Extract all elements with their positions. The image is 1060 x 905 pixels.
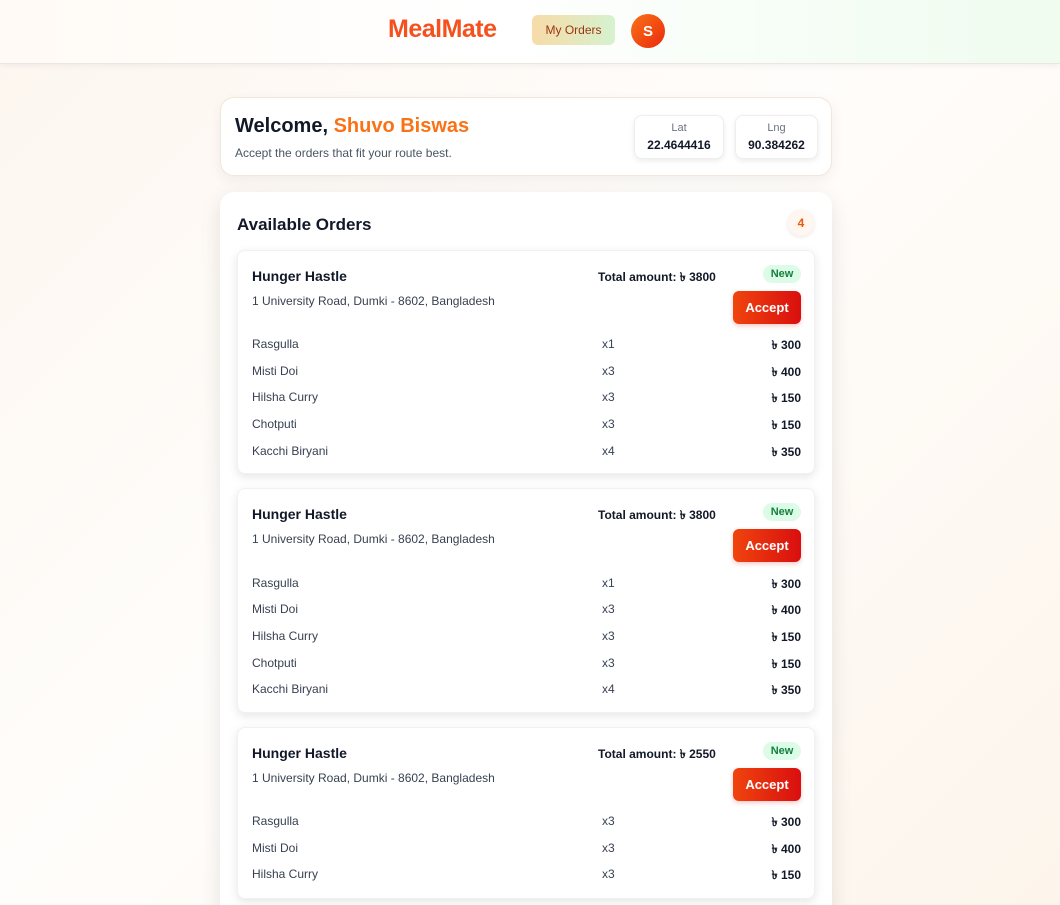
item-name: Misti Doi bbox=[252, 841, 299, 855]
item-price: ৳ 150 bbox=[771, 657, 801, 671]
item-quantity: x3 bbox=[602, 841, 615, 855]
item-quantity: x3 bbox=[602, 629, 615, 643]
order-item-row: Misti Doi x3 ৳ 400 bbox=[252, 600, 801, 620]
item-price: ৳ 300 bbox=[771, 815, 801, 829]
item-quantity: x1 bbox=[602, 576, 615, 590]
restaurant-address: 1 University Road, Dumki - 8602, Banglad… bbox=[252, 294, 495, 308]
status-badge: New bbox=[763, 503, 801, 521]
item-quantity: x3 bbox=[602, 814, 615, 828]
order-total-label: Total amount: bbox=[598, 270, 677, 284]
item-name: Chotputi bbox=[252, 417, 297, 431]
order-total-value: ৳ 2550 bbox=[679, 747, 716, 761]
restaurant-name: Hunger Hastle bbox=[252, 745, 347, 761]
longitude-label: Lng bbox=[767, 122, 786, 134]
order-item-row: Hilsha Curry x3 ৳ 150 bbox=[252, 865, 801, 885]
item-quantity: x3 bbox=[602, 390, 615, 404]
order-item-row: Hilsha Curry x3 ৳ 150 bbox=[252, 627, 801, 647]
item-quantity: x3 bbox=[602, 417, 615, 431]
order-item-row: Rasgulla x3 ৳ 300 bbox=[252, 812, 801, 832]
restaurant-address: 1 University Road, Dumki - 8602, Banglad… bbox=[252, 532, 495, 546]
item-name: Chotputi bbox=[252, 656, 297, 670]
order-total-value: ৳ 3800 bbox=[679, 270, 716, 284]
top-navbar: MealMate My Orders S bbox=[0, 0, 1060, 64]
item-name: Hilsha Curry bbox=[252, 629, 319, 643]
item-name: Misti Doi bbox=[252, 364, 299, 378]
my-orders-button[interactable]: My Orders bbox=[532, 15, 615, 45]
item-name: Rasgulla bbox=[252, 814, 299, 828]
latitude-value: 22.4644416 bbox=[647, 138, 711, 152]
restaurant-name: Hunger Hastle bbox=[252, 506, 347, 522]
order-total-label: Total amount: bbox=[598, 508, 677, 522]
latitude-label: Lat bbox=[671, 122, 687, 134]
order-item-row: Misti Doi x3 ৳ 400 bbox=[252, 839, 801, 859]
item-quantity: x3 bbox=[602, 364, 615, 378]
order-total-value: ৳ 3800 bbox=[679, 508, 716, 522]
user-avatar[interactable]: S bbox=[631, 14, 665, 48]
item-price: ৳ 150 bbox=[771, 868, 801, 882]
item-price: ৳ 400 bbox=[771, 842, 801, 856]
longitude-value: 90.384262 bbox=[748, 138, 805, 152]
item-price: ৳ 150 bbox=[771, 391, 801, 405]
item-price: ৳ 300 bbox=[771, 577, 801, 591]
item-name: Rasgulla bbox=[252, 337, 299, 351]
item-name: Hilsha Curry bbox=[252, 390, 319, 404]
item-quantity: x4 bbox=[602, 682, 615, 696]
order-item-row: Rasgulla x1 ৳ 300 bbox=[252, 335, 801, 355]
available-orders-panel: Available Orders 4 Hunger Hastle 1 Unive… bbox=[220, 192, 832, 905]
order-total-label: Total amount: bbox=[598, 747, 677, 761]
item-price: ৳ 150 bbox=[771, 418, 801, 432]
status-badge: New bbox=[763, 742, 801, 760]
accept-order-button[interactable]: Accept bbox=[733, 529, 801, 562]
item-name: Kacchi Biryani bbox=[252, 682, 329, 696]
order-card: Hunger Hastle 1 University Road, Dumki -… bbox=[237, 250, 815, 474]
order-item-row: Chotputi x3 ৳ 150 bbox=[252, 654, 801, 674]
item-quantity: x3 bbox=[602, 656, 615, 670]
welcome-card: Welcome, Shuvo Biswas Accept the orders … bbox=[220, 97, 832, 176]
welcome-subtitle: Accept the orders that fit your route be… bbox=[235, 146, 452, 160]
restaurant-address: 1 University Road, Dumki - 8602, Banglad… bbox=[252, 771, 495, 785]
order-total: Total amount: ৳ 3800 bbox=[598, 507, 716, 527]
item-quantity: x3 bbox=[602, 602, 615, 616]
item-quantity: x1 bbox=[602, 337, 615, 351]
item-price: ৳ 400 bbox=[771, 603, 801, 617]
order-total: Total amount: ৳ 2550 bbox=[598, 746, 716, 766]
order-total: Total amount: ৳ 3800 bbox=[598, 269, 716, 289]
item-price: ৳ 350 bbox=[771, 683, 801, 697]
order-item-row: Kacchi Biryani x4 ৳ 350 bbox=[252, 680, 801, 700]
status-badge: New bbox=[763, 265, 801, 283]
order-item-row: Chotputi x3 ৳ 150 bbox=[252, 415, 801, 435]
item-name: Rasgulla bbox=[252, 576, 299, 590]
item-price: ৳ 400 bbox=[771, 365, 801, 379]
item-price: ৳ 350 bbox=[771, 445, 801, 459]
accept-order-button[interactable]: Accept bbox=[733, 768, 801, 801]
order-card: Hunger Hastle 1 University Road, Dumki -… bbox=[237, 488, 815, 713]
restaurant-name: Hunger Hastle bbox=[252, 268, 347, 284]
order-item-row: Kacchi Biryani x4 ৳ 350 bbox=[252, 442, 801, 462]
orders-count-badge: 4 bbox=[788, 210, 814, 236]
order-item-row: Hilsha Curry x3 ৳ 150 bbox=[252, 388, 801, 408]
latitude-box: Lat 22.4644416 bbox=[634, 115, 724, 159]
item-quantity: x3 bbox=[602, 867, 615, 881]
item-name: Misti Doi bbox=[252, 602, 299, 616]
item-name: Hilsha Curry bbox=[252, 867, 319, 881]
brand-logo[interactable]: MealMate bbox=[388, 15, 497, 44]
item-price: ৳ 300 bbox=[771, 338, 801, 352]
item-price: ৳ 150 bbox=[771, 630, 801, 644]
available-orders-title: Available Orders bbox=[237, 215, 372, 234]
order-item-row: Rasgulla x1 ৳ 300 bbox=[252, 574, 801, 594]
welcome-heading: Welcome, Shuvo Biswas bbox=[235, 115, 469, 138]
accept-order-button[interactable]: Accept bbox=[733, 291, 801, 324]
welcome-greeting: Welcome, bbox=[235, 115, 328, 137]
order-item-row: Misti Doi x3 ৳ 400 bbox=[252, 362, 801, 382]
rider-name: Shuvo Biswas bbox=[333, 115, 470, 137]
order-card: Hunger Hastle 1 University Road, Dumki -… bbox=[237, 727, 815, 899]
item-name: Kacchi Biryani bbox=[252, 444, 329, 458]
item-quantity: x4 bbox=[602, 444, 615, 458]
longitude-box: Lng 90.384262 bbox=[735, 115, 818, 159]
